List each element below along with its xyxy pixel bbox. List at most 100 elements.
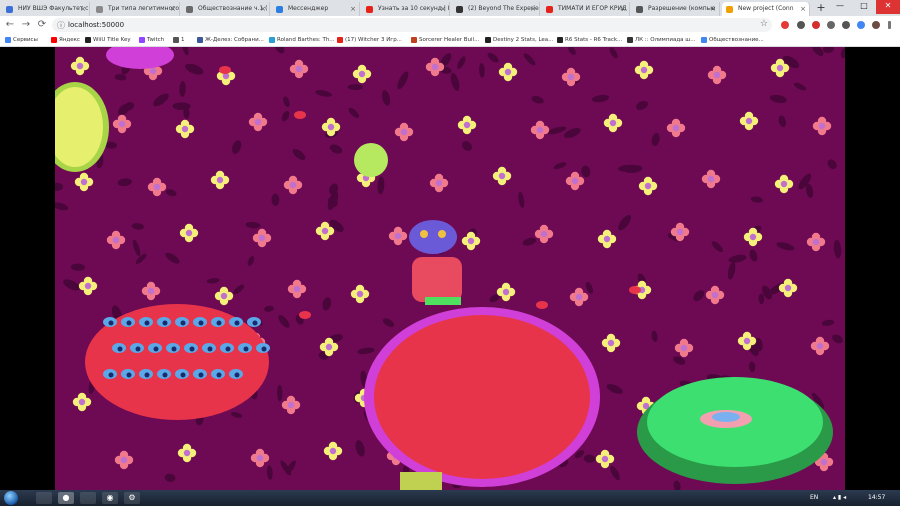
egg-eye: [144, 320, 150, 326]
tab-close-icon[interactable]: ×: [800, 2, 806, 16]
bookmark-favicon-icon: [337, 37, 343, 43]
egg-eye: [162, 372, 168, 378]
extension-icon[interactable]: [827, 21, 835, 29]
extension-icon[interactable]: [812, 21, 820, 29]
sync-icon[interactable]: [857, 21, 865, 29]
tab-close-icon[interactable]: ×: [350, 2, 356, 16]
game-canvas[interactable]: [55, 47, 845, 490]
chrome-taskbar-icon[interactable]: ●: [58, 492, 74, 504]
bookmark-label: Twitch: [147, 37, 165, 43]
site-info-icon[interactable]: ⓘ: [57, 20, 65, 31]
bookmark-favicon-icon: [85, 37, 91, 43]
page-viewport: [0, 47, 900, 490]
browser-tab[interactable]: ТИМАТИ И ЕГОР КРИД ×: [542, 2, 630, 16]
bookmark-favicon-icon: [139, 37, 145, 43]
tray-icons[interactable]: ▴ ▮ ◂: [833, 490, 846, 506]
egg-eye: [189, 346, 195, 352]
tab-label: Разрешение (компью: [648, 5, 716, 12]
new-tab-button[interactable]: +: [815, 2, 827, 14]
central-bush: [374, 315, 590, 479]
back-button[interactable]: ←: [4, 19, 16, 31]
egg-eye: [180, 320, 186, 326]
bookmark-label: Sorcerer Healer Buil...: [419, 37, 480, 43]
url-text[interactable]: localhost:50000: [68, 18, 124, 32]
egg-eye: [198, 320, 204, 326]
bookmark-item[interactable]: Обществознание...: [700, 34, 789, 46]
extension-icon[interactable]: [797, 21, 805, 29]
bookmark-favicon-icon: [173, 37, 179, 43]
window-controls: — □ ✕: [828, 0, 900, 14]
tab-favicon-icon: [726, 6, 733, 13]
bookmark-item[interactable]: Destiny 2 Stats, Lea...: [484, 34, 563, 46]
tab-favicon-icon: [96, 6, 103, 13]
language-indicator[interactable]: EN: [810, 490, 818, 506]
tab-close-icon[interactable]: ×: [440, 2, 446, 16]
bookmark-item[interactable]: Ж-Делез: Собрани...: [196, 34, 275, 46]
tab-favicon-icon: [6, 6, 13, 13]
bookmark-favicon-icon: [557, 37, 563, 43]
browser-tab[interactable]: Три типа легитимного ×: [92, 2, 180, 16]
bookmark-item[interactable]: Sorcerer Healer Buil...: [410, 34, 491, 46]
red-dot: [219, 66, 231, 74]
taskbar-app-3[interactable]: [80, 492, 96, 504]
browser-tab[interactable]: НИУ ВШЭ Факультет с ×: [2, 2, 90, 16]
tab-close-icon[interactable]: ×: [710, 2, 716, 16]
extension-icon[interactable]: [781, 21, 789, 29]
tab-close-icon[interactable]: ×: [620, 2, 626, 16]
bookmark-item[interactable]: WiiU Title Key: [84, 34, 145, 46]
windows-taskbar: ● ◉ ⚙ EN ▴ ▮ ◂ 14:57: [0, 490, 900, 506]
tab-close-icon[interactable]: ×: [260, 2, 266, 16]
puzzle-extensions-icon[interactable]: [842, 21, 850, 29]
bookmark-item[interactable]: (17) Witcher 3 Игр...: [336, 34, 417, 46]
egg-eye: [153, 346, 159, 352]
browser-tab[interactable]: Разрешение (компью ×: [632, 2, 720, 16]
tab-label: (2) Beyond The Experie: [468, 5, 539, 12]
egg-eye: [126, 372, 132, 378]
player-eye: [420, 230, 428, 238]
bookmark-label: Ж-Делез: Собрани...: [205, 37, 264, 43]
tab-close-icon[interactable]: ×: [80, 2, 86, 16]
bookmark-label: WiiU Title Key: [93, 37, 131, 43]
bookmark-favicon-icon: [627, 37, 633, 43]
taskbar-app-1[interactable]: [36, 492, 52, 504]
start-button[interactable]: [4, 491, 18, 505]
red-dot: [536, 301, 548, 309]
tab-favicon-icon: [636, 6, 643, 13]
tab-label: НИУ ВШЭ Факультет с: [18, 5, 89, 12]
menu-dots-icon[interactable]: [888, 21, 891, 29]
bookmark-favicon-icon: [5, 37, 11, 43]
tab-close-icon[interactable]: ×: [530, 2, 536, 16]
close-window-button[interactable]: ✕: [876, 0, 900, 14]
minimize-button[interactable]: —: [828, 0, 852, 14]
bookmark-label: (17) Witcher 3 Игр...: [345, 37, 402, 43]
browser-tab[interactable]: (2) Beyond The Experie ×: [452, 2, 540, 16]
omnibox[interactable]: ⓘ localhost:50000 ☆: [52, 18, 772, 32]
browser-tab[interactable]: New project (Conn ×: [722, 2, 810, 16]
egg-eye: [261, 346, 267, 352]
browser-tab[interactable]: Узнать за 10 секунд | К ×: [362, 2, 450, 16]
egg-eye: [207, 346, 213, 352]
egg-eye: [252, 320, 258, 326]
maximize-button[interactable]: □: [852, 0, 876, 14]
reload-button[interactable]: ⟳: [36, 19, 48, 31]
profile-avatar[interactable]: [872, 21, 880, 29]
player-leaf: [425, 297, 461, 305]
bookmark-label: ЛК :: Олимпиада ш...: [635, 37, 696, 43]
bookmark-favicon-icon: [485, 37, 491, 43]
browser-tab[interactable]: Обществознание ч.1 (×: [182, 2, 270, 16]
bookmark-item[interactable]: ЛК :: Олимпиада ш...: [626, 34, 707, 46]
forward-button[interactable]: →: [20, 19, 32, 31]
bookmark-label: 1: [181, 37, 185, 43]
bush-stem: [400, 472, 442, 490]
bookmark-favicon-icon: [51, 37, 57, 43]
bookmark-star-icon[interactable]: ☆: [760, 19, 768, 29]
steam-taskbar-icon[interactable]: ◉: [102, 492, 118, 504]
browser-tab[interactable]: Мессенджер ×: [272, 2, 360, 16]
player-head: [409, 220, 457, 254]
clock[interactable]: 14:57: [868, 490, 885, 506]
bookmark-item[interactable]: Roland Barthes: Th...: [268, 34, 343, 46]
tab-close-icon[interactable]: ×: [170, 2, 176, 16]
red-dot: [294, 111, 306, 119]
bookmark-item[interactable]: R6 Stats - R6 Track...: [556, 34, 633, 46]
settings-taskbar-icon[interactable]: ⚙: [124, 492, 140, 504]
